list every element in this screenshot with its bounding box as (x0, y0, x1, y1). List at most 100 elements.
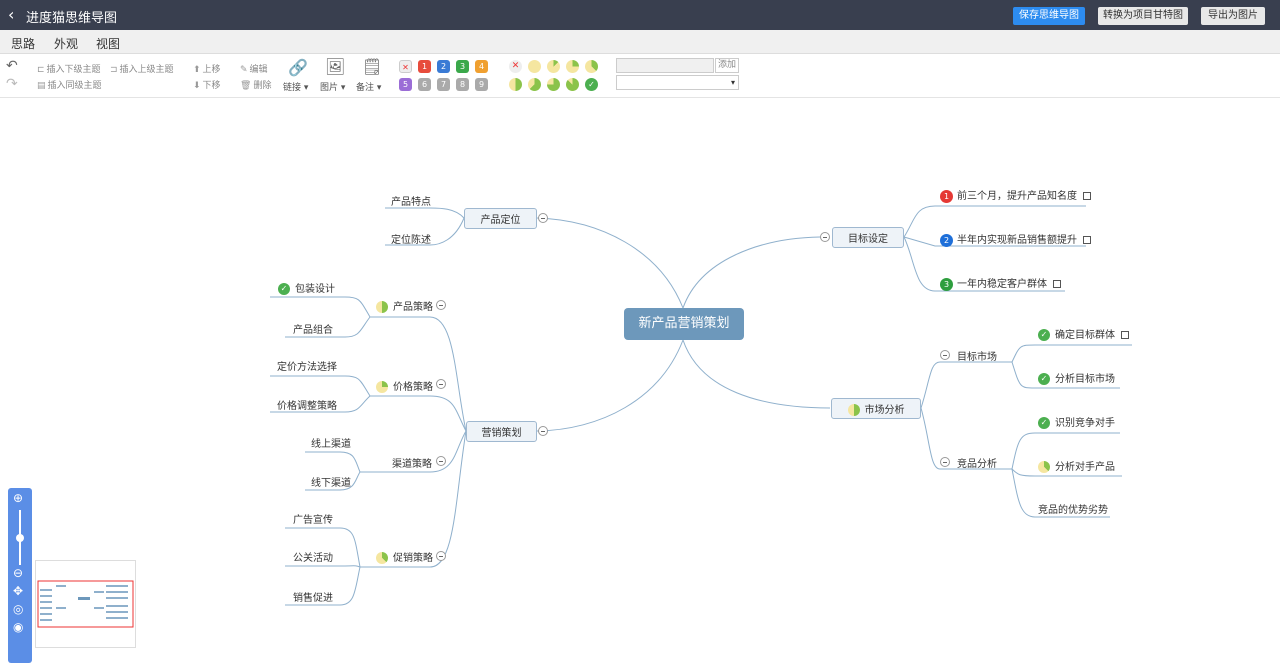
collapse-target-market-button[interactable] (940, 350, 950, 360)
insert-child-button[interactable]: ⊏ 插入下级主题 (37, 62, 101, 75)
collapse-product-strategy-button[interactable] (436, 300, 446, 310)
note-icon (1083, 192, 1091, 200)
priority-8-badge[interactable]: 8 (456, 78, 469, 91)
locate-center-icon[interactable]: ◎ (13, 602, 23, 616)
root-topic[interactable]: 新产品营销策划 (624, 308, 744, 340)
redo-icon[interactable]: ↷ (6, 76, 18, 92)
zoom-in-icon[interactable]: ⊕ (13, 491, 23, 505)
goal-item-3[interactable]: 3 一年内稳定客户群体 (940, 275, 1061, 291)
edit-button[interactable]: ✎ 编辑 (240, 62, 268, 75)
positioning-item-2[interactable]: 定位陈述 (391, 231, 431, 246)
minimap[interactable] (35, 560, 136, 648)
progress-5-icon[interactable] (528, 78, 541, 91)
tab-idea[interactable]: 思路 (11, 35, 36, 56)
progress-6-icon[interactable] (547, 78, 560, 91)
competitor-topic[interactable]: 竞品分析 (957, 455, 997, 470)
promo-strategy-topic[interactable]: 促销策略 (376, 549, 433, 564)
clear-priority-icon[interactable]: ✕ (399, 60, 412, 73)
collapse-goal-button[interactable] (820, 232, 830, 242)
price-strategy-topic[interactable]: 价格策略 (376, 378, 433, 393)
collapse-price-strategy-button[interactable] (436, 379, 446, 389)
clear-progress-icon[interactable]: ✕ (509, 60, 522, 73)
collapse-marketing-button[interactable] (538, 426, 548, 436)
save-mindmap-button[interactable]: 保存思维导图 (1013, 7, 1085, 25)
channel-strategy-topic[interactable]: 渠道策略 (392, 455, 432, 470)
link-button[interactable]: 链接 ▾ (283, 80, 308, 93)
progress-complete-icon[interactable]: ✓ (585, 78, 598, 91)
note-icon (1053, 280, 1061, 288)
progress-7-icon[interactable] (566, 78, 579, 91)
eye-icon[interactable]: ◉ (13, 620, 23, 634)
move-down-button[interactable]: ⬇ 下移 (193, 78, 221, 91)
insert-sibling-button[interactable]: ▤ 插入同级主题 (37, 78, 102, 91)
collapse-positioning-button[interactable] (538, 213, 548, 223)
link-target-market (920, 361, 1012, 409)
zoom-out-icon[interactable]: ⊖ (13, 566, 23, 580)
move-icon[interactable]: ✥ (13, 584, 23, 598)
zoom-toolbar: ⊕ ⊖ ✥ ◎ ◉ (8, 488, 32, 663)
note-button[interactable]: 备注 ▾ (356, 80, 381, 93)
progress-0-icon[interactable] (528, 60, 541, 73)
add-tag-button[interactable]: 添加 (715, 58, 739, 73)
undo-icon[interactable]: ↶ (6, 58, 18, 74)
marketing-topic[interactable]: 营销策划 (466, 421, 537, 442)
positioning-topic[interactable]: 产品定位 (464, 208, 537, 229)
image-icon[interactable]: 🖼 (325, 57, 345, 76)
tab-view[interactable]: 视图 (96, 35, 120, 52)
export-image-button[interactable]: 导出为图片 (1201, 7, 1265, 25)
goal-item-1[interactable]: 1 前三个月，提升产品知名度 (940, 187, 1091, 203)
tab-appearance[interactable]: 外观 (54, 35, 78, 52)
market-topic[interactable]: 市场分析 (831, 398, 921, 419)
check-icon: ✓ (1038, 373, 1050, 385)
insert-sibling-icon: ▤ (37, 81, 46, 91)
product-item-2[interactable]: 产品组合 (293, 321, 333, 336)
convert-gantt-button[interactable]: 转换为项目甘特图 (1098, 7, 1188, 25)
price-item-2[interactable]: 价格调整策略 (277, 397, 337, 412)
priority-5-badge[interactable]: 5 (399, 78, 412, 91)
tag-input[interactable] (616, 58, 714, 73)
product-strategy-topic[interactable]: 产品策略 (376, 298, 433, 313)
priority-3-icon: 3 (940, 277, 953, 291)
product-item-1[interactable]: ✓ 包装设计 (278, 280, 335, 295)
competitor-item-3[interactable]: 竞品的优势劣势 (1038, 501, 1108, 516)
collapse-promo-strategy-button[interactable] (436, 551, 446, 561)
move-up-button[interactable]: ⬆ 上移 (193, 62, 221, 75)
price-item-1[interactable]: 定价方法选择 (277, 358, 337, 373)
image-button[interactable]: 图片 ▾ (320, 80, 345, 93)
tag-select[interactable]: ▾ (616, 75, 739, 90)
positioning-item-1[interactable]: 产品特点 (391, 193, 431, 208)
goal-topic[interactable]: 目标设定 (832, 227, 904, 248)
priority-6-badge[interactable]: 6 (418, 78, 431, 91)
priority-7-badge[interactable]: 7 (437, 78, 450, 91)
priority-9-badge[interactable]: 9 (475, 78, 488, 91)
target-item-2[interactable]: ✓ 分析目标市场 (1038, 370, 1115, 385)
competitor-item-1[interactable]: ✓ 识别竞争对手 (1038, 414, 1115, 429)
promo-item-1[interactable]: 广告宣传 (293, 511, 333, 526)
check-icon: ✓ (1038, 329, 1050, 341)
target-market-topic[interactable]: 目标市场 (957, 348, 997, 363)
goal-item-2[interactable]: 2 半年内实现新品销售额提升 (940, 231, 1091, 247)
progress-3-icon[interactable] (585, 60, 598, 73)
collapse-competitor-button[interactable] (940, 457, 950, 467)
priority-2-badge[interactable]: 2 (437, 60, 450, 73)
delete-button[interactable]: 🗑 删除 (240, 78, 271, 91)
priority-3-badge[interactable]: 3 (456, 60, 469, 73)
priority-1-badge[interactable]: 1 (418, 60, 431, 73)
channel-item-2[interactable]: 线下渠道 (311, 474, 351, 489)
link-price-1 (270, 375, 371, 397)
target-item-1[interactable]: ✓ 确定目标群体 (1038, 326, 1129, 341)
progress-1-icon[interactable] (547, 60, 560, 73)
priority-4-badge[interactable]: 4 (475, 60, 488, 73)
zoom-slider-handle[interactable] (16, 534, 24, 542)
promo-item-2[interactable]: 公关活动 (293, 549, 333, 564)
promo-item-3[interactable]: 销售促进 (293, 589, 333, 604)
competitor-item-2[interactable]: 分析对手产品 (1038, 458, 1115, 473)
progress-2-icon[interactable] (566, 60, 579, 73)
collapse-channel-strategy-button[interactable] (436, 456, 446, 466)
link-icon[interactable]: 🔗 (288, 58, 308, 77)
channel-item-1[interactable]: 线上渠道 (311, 435, 351, 450)
back-arrow-icon[interactable]: ‹ (8, 5, 14, 24)
insert-parent-button[interactable]: ⊐ 插入上级主题 (110, 62, 174, 75)
progress-4-icon[interactable] (509, 78, 522, 91)
note-icon[interactable]: 🗒 (362, 57, 382, 76)
